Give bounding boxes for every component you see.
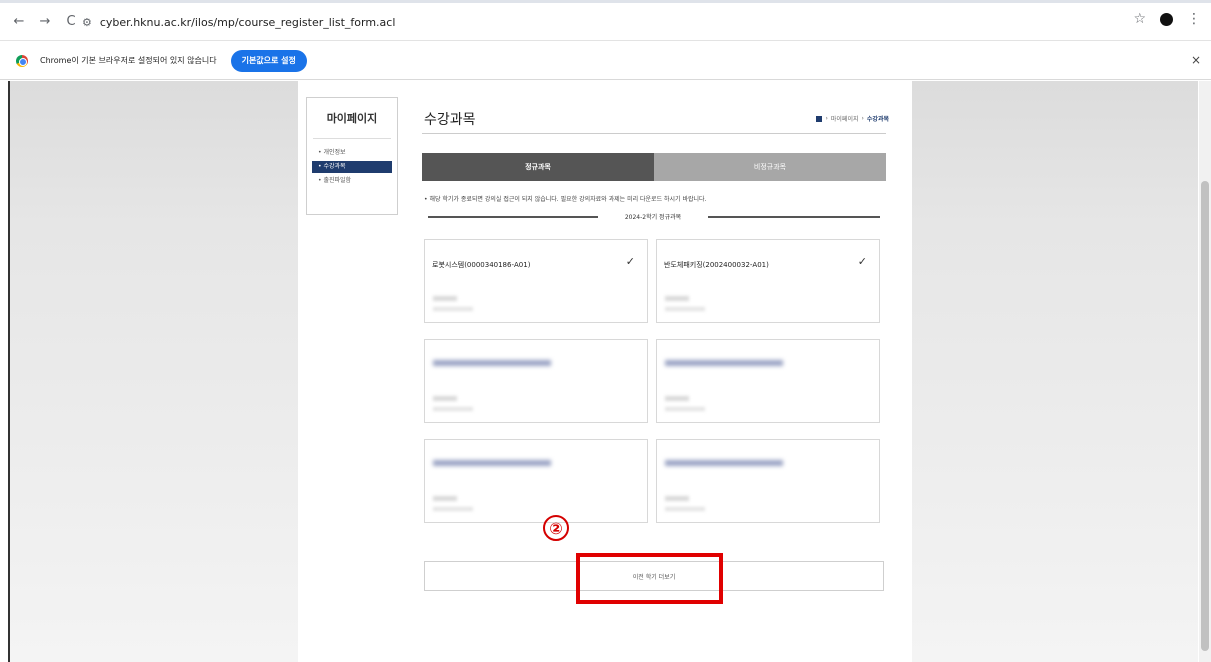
annotation-step-number: ② (543, 515, 569, 541)
course-card-blurred[interactable] (656, 339, 880, 423)
tab-regular-courses[interactable]: 정규과목 (422, 153, 654, 181)
default-browser-infobar: Chrome이 기본 브라우저로 설정되어 있지 않습니다 기본값으로 설정 × (0, 42, 1211, 80)
scrollbar-thumb[interactable] (1201, 181, 1209, 651)
blurred-schedule (665, 507, 705, 511)
address-bar[interactable]: ⚙ cyber.hknu.ac.kr/ilos/mp/course_regist… (82, 10, 1132, 34)
course-card-blurred[interactable] (424, 439, 648, 523)
course-card-blurred[interactable] (656, 439, 880, 523)
chrome-logo-icon (16, 54, 28, 67)
url-text: cyber.hknu.ac.kr/ilos/mp/course_register… (99, 15, 396, 29)
sidebar-item-files[interactable]: • 출진파일함 (312, 175, 392, 187)
mypage-title: 마이페이지 (326, 112, 378, 125)
page-title: 수강과목 (424, 112, 476, 128)
blurred-schedule (433, 407, 473, 411)
infobar-close-icon[interactable]: × (1191, 53, 1201, 67)
page-scrollbar[interactable] (1199, 81, 1211, 662)
course-card-blurred[interactable] (424, 339, 648, 423)
window-frame-edge (8, 81, 10, 662)
mypage-divider (313, 138, 391, 139)
course-card[interactable]: 반도체패키징(2002400032-A01) ✓ (656, 239, 880, 323)
blurred-schedule (665, 407, 705, 411)
left-background-panel (8, 81, 298, 662)
breadcrumb-separator: › (861, 115, 864, 122)
breadcrumb-separator: › (825, 115, 828, 122)
toolbar-right-icons: ☆ ⋮ (1133, 11, 1201, 27)
blurred-professor (433, 296, 457, 301)
reload-icon[interactable]: C (60, 11, 82, 33)
breadcrumb: › 마이페이지 › 수강과목 (816, 114, 889, 123)
infobar-message: Chrome이 기본 브라우저로 설정되어 있지 않습니다 (40, 56, 217, 65)
forward-arrow-icon[interactable]: → (34, 11, 56, 33)
blurred-schedule (665, 307, 705, 311)
breadcrumb-mypage[interactable]: 마이페이지 (831, 114, 859, 123)
title-divider (422, 133, 886, 134)
blurred-schedule (433, 507, 473, 511)
course-card[interactable]: 로봇시스템(0000340186-A01) ✓ (424, 239, 648, 323)
home-icon[interactable] (816, 115, 823, 122)
back-arrow-icon[interactable]: ← (8, 11, 30, 33)
tab-irregular-courses[interactable]: 비정규과목 (654, 153, 886, 181)
page-content: 마이페이지 • 개인정보 • 수강과목 • 출진파일함 수강과목 › 마이페이지… (0, 81, 1211, 662)
blurred-professor (665, 296, 689, 301)
blurred-course-title (665, 460, 783, 466)
course-title[interactable]: 로봇시스템(0000340186-A01) (432, 260, 530, 270)
mypage-sidebar: 마이페이지 • 개인정보 • 수강과목 • 출진파일함 (306, 97, 398, 215)
right-background-panel (912, 81, 1198, 662)
breadcrumb-current: 수강과목 (866, 116, 889, 123)
sidebar-item-courses[interactable]: • 수강과목 (312, 161, 392, 173)
blurred-professor (665, 496, 689, 501)
annotation-highlight-box (576, 553, 723, 604)
set-default-button[interactable]: 기본값으로 설정 (230, 49, 307, 72)
sidebar-item-personal-info[interactable]: • 개인정보 (312, 147, 392, 159)
blurred-professor (665, 396, 689, 401)
blurred-professor (433, 496, 457, 501)
blurred-course-title (433, 460, 551, 466)
semester-divider-right (708, 216, 880, 218)
checkmark-icon: ✓ (857, 255, 867, 268)
profile-avatar-icon[interactable] (1160, 12, 1173, 26)
notice-text: • 해당 학기가 종료되면 강의실 접근이 되지 않습니다. 필요한 강의자료와… (424, 196, 707, 203)
course-title[interactable]: 반도체패키징(2002400032-A01) (664, 260, 769, 270)
checkmark-icon: ✓ (625, 255, 635, 268)
blurred-professor (433, 396, 457, 401)
semester-divider-left (428, 216, 598, 218)
browser-toolbar: ← → C ⚙ cyber.hknu.ac.kr/ilos/mp/course_… (0, 3, 1211, 41)
browser-menu-icon[interactable]: ⋮ (1187, 11, 1201, 27)
bookmark-star-icon[interactable]: ☆ (1133, 11, 1146, 27)
site-info-icon[interactable]: ⚙ (82, 16, 92, 29)
blurred-course-title (665, 360, 783, 366)
semester-label: 2024-2학기 정규과목 (624, 214, 682, 221)
blurred-course-title (433, 360, 551, 366)
blurred-schedule (433, 307, 473, 311)
